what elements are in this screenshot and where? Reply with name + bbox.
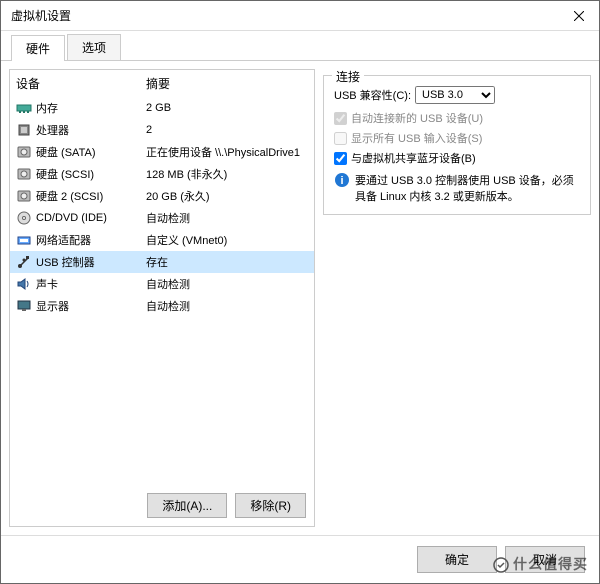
device-name: 内存 [36,100,146,116]
window-title: 虚拟机设置 [11,7,71,24]
cd-icon [16,210,32,226]
cpu-icon [16,122,32,138]
auto-connect-checkbox [334,112,347,125]
device-row[interactable]: 声卡自动检测 [10,273,314,295]
device-row[interactable]: 显示器自动检测 [10,295,314,317]
close-button[interactable] [559,1,599,31]
connection-title: 连接 [332,68,364,85]
device-summary: 2 GB [146,102,308,114]
tab-options[interactable]: 选项 [67,34,121,60]
device-name: USB 控制器 [36,254,146,270]
ok-button[interactable]: 确定 [417,546,497,573]
disk-icon [16,166,32,182]
device-name: 网络适配器 [36,232,146,248]
compat-label: USB 兼容性(C): [334,87,411,103]
device-summary: 自动检测 [146,276,308,292]
device-name: 硬盘 (SCSI) [36,166,146,182]
device-summary: 20 GB (永久) [146,188,308,204]
info-text: 要通过 USB 3.0 控制器使用 USB 设备，必须具备 Linux 内核 3… [355,172,580,204]
device-summary: 正在使用设备 \\.\PhysicalDrive1 [146,144,308,160]
device-name: 声卡 [36,276,146,292]
device-row[interactable]: 硬盘 2 (SCSI)20 GB (永久) [10,185,314,207]
svg-text:i: i [340,175,343,187]
device-summary: 自动检测 [146,298,308,314]
close-icon [574,11,584,21]
device-name: 硬盘 (SATA) [36,144,146,160]
device-row[interactable]: 硬盘 (SCSI)128 MB (非永久) [10,163,314,185]
device-name: 显示器 [36,298,146,314]
device-name: CD/DVD (IDE) [36,212,146,224]
compat-select[interactable]: USB 3.0 [415,86,495,104]
header-device: 设备 [16,75,146,92]
auto-connect-label: 自动连接新的 USB 设备(U) [351,110,483,126]
device-row[interactable]: 处理器2 [10,119,314,141]
device-summary: 2 [146,124,308,136]
device-name: 处理器 [36,122,146,138]
device-name: 硬盘 2 (SCSI) [36,188,146,204]
device-row[interactable]: 网络适配器自定义 (VMnet0) [10,229,314,251]
usb-icon [16,254,32,270]
connection-group: 连接 USB 兼容性(C): USB 3.0 自动连接新的 USB 设备(U) … [323,75,591,215]
device-row[interactable]: 内存2 GB [10,97,314,119]
cancel-button[interactable]: 取消 [505,546,585,573]
device-summary: 自动检测 [146,210,308,226]
display-icon [16,298,32,314]
show-all-checkbox [334,132,347,145]
network-icon [16,232,32,248]
sound-icon [16,276,32,292]
disk-icon [16,188,32,204]
device-row[interactable]: CD/DVD (IDE)自动检测 [10,207,314,229]
show-all-label: 显示所有 USB 输入设备(S) [351,130,482,146]
share-bluetooth-label: 与虚拟机共享蓝牙设备(B) [351,150,476,166]
share-bluetooth-checkbox[interactable] [334,152,347,165]
device-list[interactable]: 设备 摘要 内存2 GB处理器2硬盘 (SATA)正在使用设备 \\.\Phys… [10,70,314,485]
device-summary: 存在 [146,254,308,270]
disk-icon [16,144,32,160]
device-row[interactable]: 硬盘 (SATA)正在使用设备 \\.\PhysicalDrive1 [10,141,314,163]
add-button[interactable]: 添加(A)... [147,493,227,518]
memory-icon [16,100,32,116]
tab-hardware[interactable]: 硬件 [11,35,65,61]
device-row[interactable]: USB 控制器存在 [10,251,314,273]
list-header: 设备 摘要 [10,70,314,97]
device-summary: 自定义 (VMnet0) [146,232,308,248]
header-summary: 摘要 [146,75,308,92]
device-summary: 128 MB (非永久) [146,166,308,182]
remove-button[interactable]: 移除(R) [235,493,306,518]
info-icon: i [334,172,350,188]
